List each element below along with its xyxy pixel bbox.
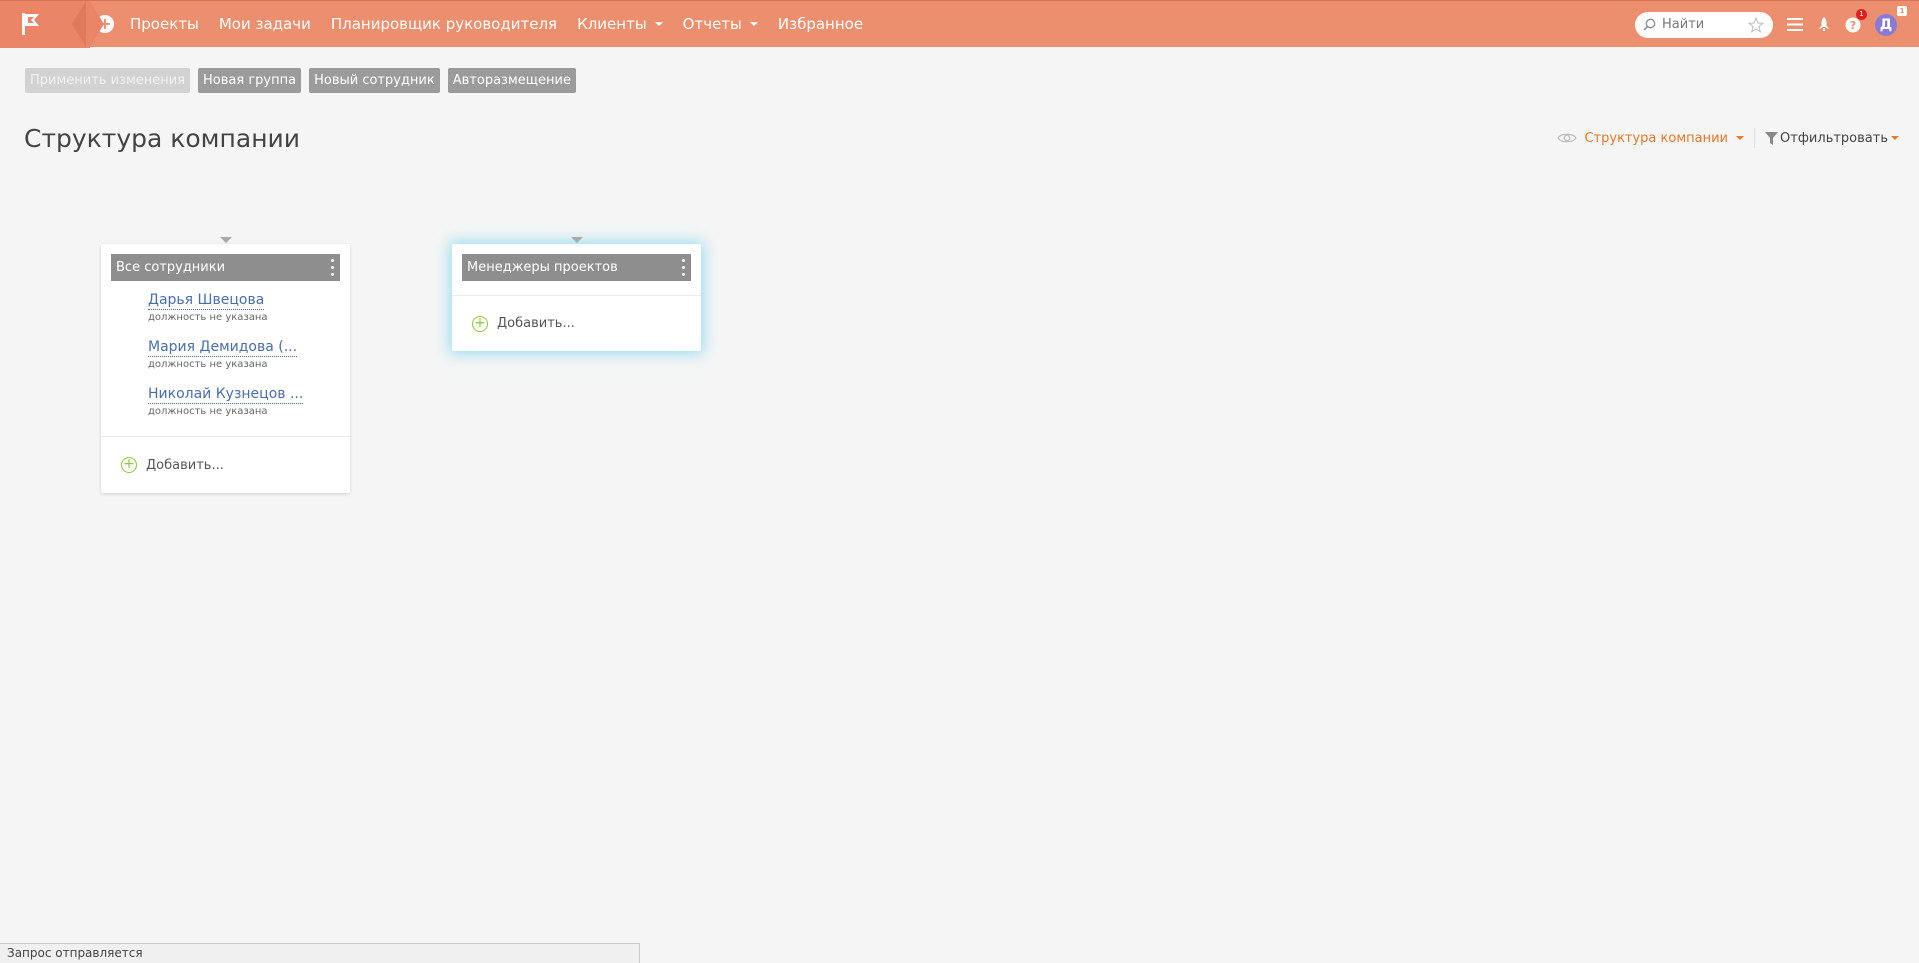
list-item: Николай Кузнецов ... должность не указан…	[101, 383, 350, 430]
group-card-all-employees: Все сотрудники Дарья Швецова должность н…	[101, 244, 350, 493]
view-select-dropdown[interactable]: Структура компании	[1557, 130, 1745, 146]
group-card-header: Менеджеры проектов	[462, 254, 691, 281]
nav-item-manager-planner[interactable]: Планировщик руководителя	[331, 15, 557, 33]
nav-item-clients[interactable]: Клиенты	[577, 15, 663, 33]
collapse-toggle-icon[interactable]	[216, 235, 236, 245]
notification-badge: 1	[1856, 8, 1867, 20]
apply-changes-button: Применить изменения	[25, 68, 191, 93]
add-member-label: Добавить...	[146, 457, 224, 473]
filter-label: Отфильтровать	[1780, 130, 1888, 146]
status-bar: Запрос отправляется	[0, 943, 640, 963]
chevron-down-icon	[654, 22, 663, 26]
menu-icon[interactable]	[1787, 18, 1803, 31]
nav-item-projects[interactable]: Проекты	[130, 15, 199, 33]
avatar-badge: 1	[1897, 5, 1907, 16]
group-card-project-managers: Менеджеры проектов + Добавить...	[452, 244, 701, 351]
nav-item-reports[interactable]: Отчеты	[683, 15, 758, 33]
help-icon[interactable]: ? 1	[1845, 8, 1867, 33]
more-options-icon[interactable]	[330, 259, 334, 276]
rocket-icon[interactable]	[1817, 17, 1831, 32]
search-icon	[1643, 18, 1656, 31]
add-circle-icon: +	[121, 457, 137, 473]
flag-logo-icon	[22, 13, 39, 35]
nav-item-my-tasks[interactable]: Мои задачи	[219, 15, 311, 33]
filter-button[interactable]: Отфильтровать	[1765, 131, 1899, 146]
member-name-link[interactable]: Мария Демидова (...	[148, 339, 298, 357]
chevron-down-icon	[749, 22, 758, 26]
member-name-link[interactable]: Дарья Швецова	[148, 292, 265, 310]
nav-item-favorites[interactable]: Избранное	[778, 15, 863, 33]
member-position: должность не указана	[148, 359, 268, 370]
top-right-tools: Найти ? 1 Д 1	[1635, 1, 1919, 48]
eye-icon	[1557, 133, 1578, 143]
avatar[interactable]: Д 1	[1875, 5, 1907, 36]
group-card-title: Менеджеры проектов	[467, 260, 618, 275]
add-member-button[interactable]: + Добавить...	[101, 437, 350, 493]
top-navigation-bar: + Проекты Мои задачи Планировщик руковод…	[0, 0, 1919, 48]
add-circle-icon: +	[472, 315, 488, 332]
add-member-button[interactable]: + Добавить...	[452, 296, 701, 351]
list-item: Дарья Швецова должность не указана	[101, 289, 350, 336]
list-item: Мария Демидова (... должность не указана	[101, 336, 350, 383]
new-group-button[interactable]: Новая группа	[198, 68, 302, 93]
chevron-down-icon	[1736, 136, 1745, 140]
action-toolbar: Применить изменения Новая группа Новый с…	[25, 68, 584, 93]
divider	[1754, 128, 1756, 148]
avatar-letter: Д	[1879, 16, 1893, 33]
member-position: должность не указана	[148, 406, 268, 417]
page-title: Структура компании	[24, 124, 301, 153]
search-placeholder: Найти	[1662, 17, 1705, 32]
main-nav: Проекты Мои задачи Планировщик руководит…	[130, 1, 883, 48]
star-icon[interactable]	[1748, 16, 1764, 33]
member-name-link[interactable]: Николай Кузнецов ...	[148, 386, 304, 404]
search-input[interactable]: Найти	[1635, 11, 1773, 38]
new-employee-button[interactable]: Новый сотрудник	[309, 68, 440, 93]
member-position: должность не указана	[148, 312, 268, 323]
logo[interactable]	[0, 0, 104, 48]
member-list: Дарья Швецова должность не указана Мария…	[101, 281, 350, 436]
view-controls: Структура компании Отфильтровать	[1557, 128, 1899, 148]
group-card-header: Все сотрудники	[111, 254, 340, 281]
collapse-toggle-icon[interactable]	[567, 235, 587, 245]
add-member-label: Добавить...	[497, 316, 575, 331]
filter-icon	[1765, 131, 1779, 145]
group-card-title: Все сотрудники	[116, 260, 226, 275]
svg-text:?: ?	[1850, 19, 1856, 32]
more-options-icon[interactable]	[681, 259, 685, 276]
chevron-down-icon	[1891, 136, 1899, 140]
autoplace-button[interactable]: Авторазмещение	[447, 68, 576, 93]
view-select-label: Структура компании	[1584, 130, 1729, 146]
